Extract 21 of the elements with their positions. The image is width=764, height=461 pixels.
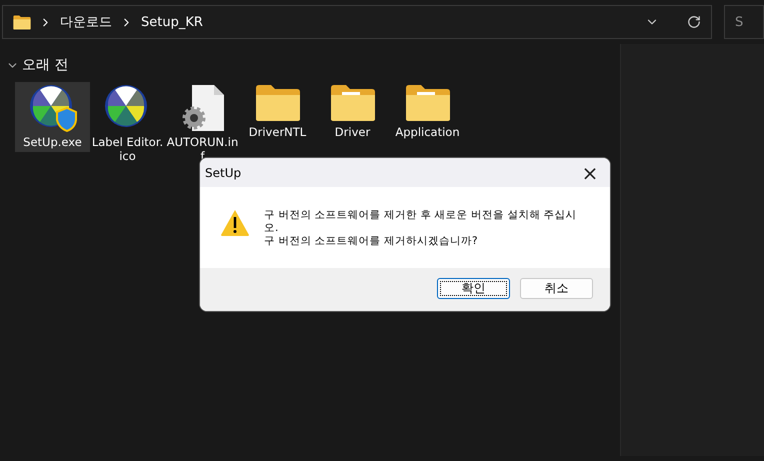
dialog-button[interactable]: 취소 — [520, 278, 593, 299]
group-title: 오래 전 — [22, 56, 68, 74]
file-name: Driver — [334, 125, 372, 139]
file-name: DriverNTL — [248, 125, 308, 139]
file-item[interactable]: Driver — [315, 82, 390, 163]
dialog-title: SetUp — [205, 166, 242, 180]
file-name: SetUp.exe — [22, 135, 83, 149]
file-name: Application — [394, 125, 461, 139]
file-item[interactable]: Label Editor.ico — [90, 82, 165, 163]
file-item[interactable]: SetUp.exe — [15, 82, 90, 152]
address-bar[interactable]: 다운로드 Setup_KR — [2, 5, 712, 39]
breadcrumb[interactable]: 다운로드 — [60, 13, 112, 31]
breadcrumb[interactable]: Setup_KR — [141, 14, 203, 30]
search-field[interactable]: S — [724, 5, 764, 39]
message-text: 구 버전의 소프트웨어를 제거한 후 새로운 버전을 설치해 주십시오. — [264, 209, 578, 235]
close-button[interactable]: × — [570, 158, 610, 187]
file-item[interactable]: Application — [390, 82, 465, 163]
dialog-button[interactable]: 확인 — [437, 278, 510, 299]
file-name: Label Editor.ico — [92, 135, 164, 163]
message-text: 구 버전의 소프트웨어를 제거하시겠습니까? — [264, 235, 479, 248]
file-item[interactable]: DriverNTL — [240, 82, 315, 163]
